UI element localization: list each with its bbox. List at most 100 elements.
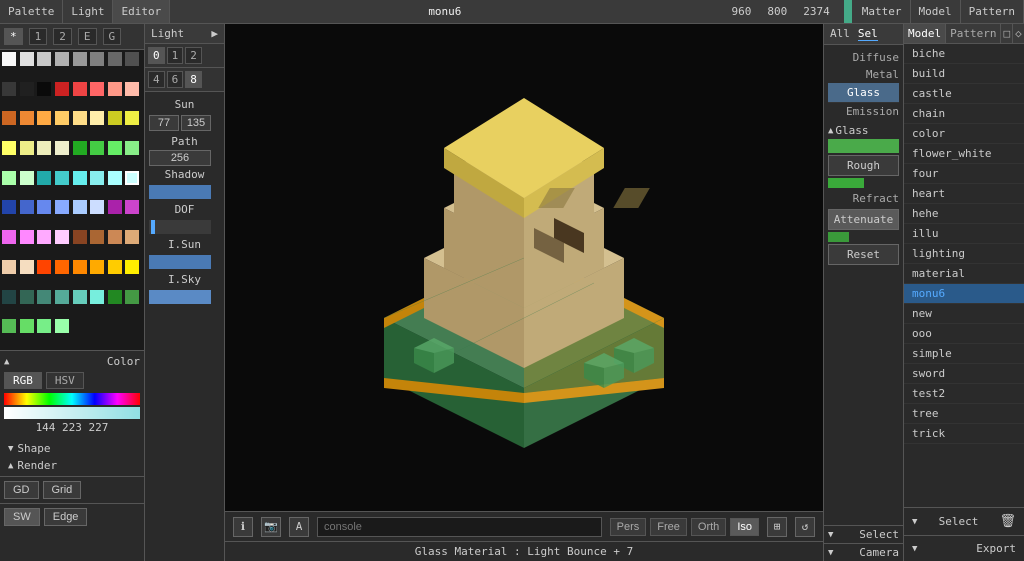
palette-cell[interactable] xyxy=(20,141,34,155)
palette-cell[interactable] xyxy=(90,141,104,155)
palette-cell[interactable] xyxy=(90,111,104,125)
palette-cell[interactable] xyxy=(37,141,51,155)
palette-cell[interactable] xyxy=(125,141,139,155)
model-tab[interactable]: Model xyxy=(911,0,961,23)
palette-cell[interactable] xyxy=(2,171,16,185)
palette-cell[interactable] xyxy=(108,200,122,214)
grid-button[interactable]: Grid xyxy=(43,481,82,499)
palette-cell[interactable] xyxy=(73,200,87,214)
palette-cell[interactable] xyxy=(90,52,104,66)
palette-cell[interactable] xyxy=(55,82,69,96)
palette-cell[interactable] xyxy=(37,200,51,214)
model-icon-tab-2[interactable]: ◇ xyxy=(1013,24,1024,43)
model-item-test2[interactable]: test2 xyxy=(904,384,1024,404)
pattern-tab-btn[interactable]: Pattern xyxy=(946,24,1001,43)
palette-cell[interactable] xyxy=(125,171,139,185)
palette-cell[interactable] xyxy=(37,230,51,244)
palette-cell[interactable] xyxy=(2,200,16,214)
palette-cell[interactable] xyxy=(2,141,16,155)
palette-cell[interactable] xyxy=(108,141,122,155)
palette-cell[interactable] xyxy=(2,52,16,66)
camera-button[interactable]: 📷 xyxy=(261,517,281,537)
palette-cell[interactable] xyxy=(108,260,122,274)
palette-cell[interactable] xyxy=(108,290,122,304)
rgb-tab[interactable]: RGB xyxy=(4,372,42,389)
model-item-simple[interactable]: simple xyxy=(904,344,1024,364)
palette-cell[interactable] xyxy=(2,230,16,244)
glass-expand[interactable]: ▲ Glass xyxy=(828,124,899,137)
console-input[interactable] xyxy=(317,517,602,537)
edge-button[interactable]: Edge xyxy=(44,508,88,526)
light-tab-4[interactable]: 4 xyxy=(148,71,165,88)
saturation-slider[interactable] xyxy=(4,407,140,419)
palette-cell[interactable] xyxy=(20,52,34,66)
palette-tab-star[interactable]: * xyxy=(4,28,23,45)
path-input[interactable] xyxy=(149,150,211,166)
a-button[interactable]: A xyxy=(289,517,309,537)
model-item-tree[interactable]: tree xyxy=(904,404,1024,424)
hue-slider[interactable] xyxy=(4,393,140,405)
palette-cell[interactable] xyxy=(73,141,87,155)
palette-cell[interactable] xyxy=(20,260,34,274)
model-item-lighting[interactable]: lighting xyxy=(904,244,1024,264)
palette-cell[interactable] xyxy=(2,290,16,304)
palette-cell[interactable] xyxy=(125,260,139,274)
palette-cell[interactable] xyxy=(90,171,104,185)
palette-tab-2[interactable]: 2 xyxy=(53,28,72,45)
gd-button[interactable]: GD xyxy=(4,481,39,499)
matter-all-tab[interactable]: All xyxy=(830,27,850,41)
attenuate-button[interactable]: Attenuate xyxy=(828,209,899,230)
palette-cell[interactable] xyxy=(37,82,51,96)
pers-button[interactable]: Pers xyxy=(610,518,647,536)
matter-sel-tab[interactable]: Sel xyxy=(858,27,878,41)
palette-cell[interactable] xyxy=(90,200,104,214)
model-item-material[interactable]: material xyxy=(904,264,1024,284)
palette-tab-e[interactable]: E xyxy=(78,28,97,45)
palette-cell[interactable] xyxy=(37,171,51,185)
palette-cell[interactable] xyxy=(55,290,69,304)
model-item-illu[interactable]: illu xyxy=(904,224,1024,244)
glass-green-bar[interactable] xyxy=(828,139,899,153)
palette-cell[interactable] xyxy=(73,260,87,274)
editor-canvas[interactable] xyxy=(225,24,823,511)
palette-cell[interactable] xyxy=(73,171,87,185)
palette-cell[interactable] xyxy=(2,82,16,96)
palette-cell[interactable] xyxy=(125,200,139,214)
model-item-build[interactable]: build xyxy=(904,64,1024,84)
palette-cell[interactable] xyxy=(125,82,139,96)
palette-cell[interactable] xyxy=(20,111,34,125)
model-item-biche[interactable]: biche xyxy=(904,44,1024,64)
palette-cell[interactable] xyxy=(55,111,69,125)
sw-button[interactable]: SW xyxy=(4,508,40,526)
palette-cell[interactable] xyxy=(73,82,87,96)
select-section-header[interactable]: ▼ Select 🗑 xyxy=(908,512,1020,531)
model-item-hehe[interactable]: hehe xyxy=(904,204,1024,224)
palette-cell[interactable] xyxy=(73,290,87,304)
light-tab-8[interactable]: 8 xyxy=(185,71,202,88)
palette-cell[interactable] xyxy=(2,260,16,274)
sun-input-1[interactable] xyxy=(149,115,179,131)
rough-button[interactable]: Rough xyxy=(828,155,899,176)
palette-cell[interactable] xyxy=(125,111,139,125)
grid-toggle[interactable]: ⊞ xyxy=(767,517,787,537)
orth-button[interactable]: Orth xyxy=(691,518,726,536)
palette-cell[interactable] xyxy=(55,319,69,333)
palette-cell[interactable] xyxy=(90,230,104,244)
reset-button[interactable]: Reset xyxy=(828,244,899,265)
model-item-color[interactable]: color xyxy=(904,124,1024,144)
palette-tab-1[interactable]: 1 xyxy=(29,28,48,45)
light-tab-1[interactable]: 1 xyxy=(167,47,184,64)
rough-bar[interactable] xyxy=(828,178,864,188)
model-item-four[interactable]: four xyxy=(904,164,1024,184)
editor-tab[interactable]: Editor xyxy=(113,0,170,23)
palette-cell[interactable] xyxy=(20,290,34,304)
palette-tab-g[interactable]: G xyxy=(103,28,122,45)
camera-header[interactable]: ▼ Camera xyxy=(824,544,903,561)
palette-cell[interactable] xyxy=(37,260,51,274)
palette-cell[interactable] xyxy=(108,171,122,185)
palette-cell[interactable] xyxy=(73,111,87,125)
free-button[interactable]: Free xyxy=(650,518,687,536)
isky-color[interactable] xyxy=(149,290,211,304)
dof-bar[interactable] xyxy=(149,220,211,234)
model-item-flower_white[interactable]: flower_white xyxy=(904,144,1024,164)
